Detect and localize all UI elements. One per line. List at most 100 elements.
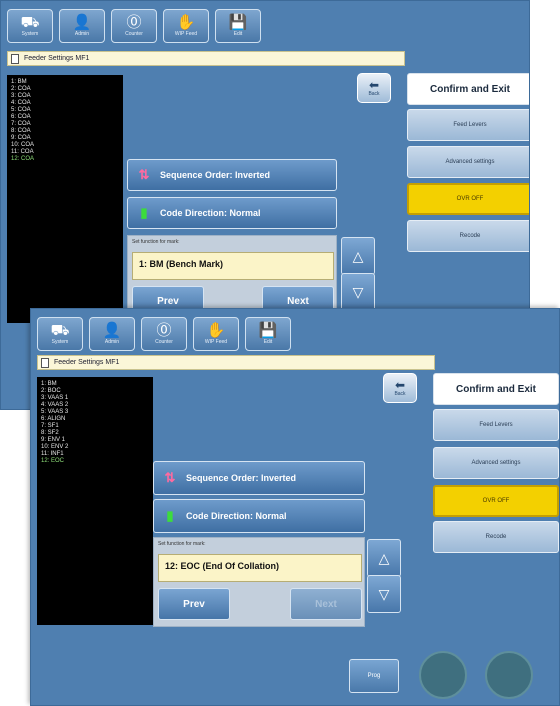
list-item[interactable]: 3: COA [11, 93, 123, 100]
scroll-up-button[interactable]: △ [341, 237, 375, 275]
advanced-settings-button[interactable]: Advanced settings [433, 447, 559, 479]
feed-levers-button[interactable]: Feed Levers [407, 109, 529, 141]
set-function-panel: Set function for mark: 12: EOC (End Of C… [153, 537, 365, 627]
scroll-up-button[interactable]: △ [367, 539, 401, 577]
back-label: Back [394, 391, 406, 397]
code-direction-label: Code Direction: Normal [186, 511, 287, 521]
list-item[interactable]: 10: COA [11, 142, 123, 149]
sequence-order-button[interactable]: ⇅ Sequence Order: Inverted [153, 461, 365, 495]
ovr-off-button[interactable]: OVR OFF [407, 183, 529, 215]
window-title: Feeder Settings MF1 [37, 355, 435, 370]
list-item[interactable]: 7: SF1 [41, 423, 153, 430]
conveyor-icon: ⛟ [50, 321, 70, 339]
list-item[interactable]: 7: COA [11, 121, 123, 128]
code-direction-button[interactable]: ▮ Code Direction: Normal [153, 499, 365, 533]
list-item[interactable]: 1: BM [11, 79, 123, 86]
list-item[interactable]: 1: BM [41, 381, 153, 388]
toolbar-wip-feed-button[interactable]: ✋ WIP Feed [193, 317, 239, 351]
list-item[interactable]: 3: VAAS 1 [41, 395, 153, 402]
triangle-up-icon: △ [378, 549, 390, 566]
window-title: Feeder Settings MF1 [7, 51, 405, 66]
toolbar-label: Admin [74, 30, 90, 37]
list-item[interactable]: 9: ENV 1 [41, 437, 153, 444]
set-function-label: Set function for mark: [158, 541, 206, 547]
toolbar-edit-button[interactable]: 💾 Edit [215, 9, 261, 43]
recode-button[interactable]: Recode [407, 220, 529, 252]
toolbar-label: Counter [125, 30, 143, 37]
list-item[interactable]: 12: EOC [41, 458, 153, 465]
list-item[interactable]: 12: COA [11, 156, 123, 163]
list-item[interactable]: 11: INF1 [41, 451, 153, 458]
set-function-label: Set function for mark: [132, 239, 180, 245]
triangle-down-icon: ▽ [378, 585, 390, 602]
function-value-field[interactable]: 12: EOC (End Of Collation) [158, 554, 362, 582]
next-button[interactable]: Next [290, 588, 362, 620]
toolbar-counter-button[interactable]: ⓪ Counter [141, 317, 187, 351]
window-title-text: Feeder Settings MF1 [24, 55, 90, 62]
recode-button[interactable]: Recode [433, 521, 559, 553]
conveyor-icon: ⛟ [20, 13, 40, 31]
function-value-field[interactable]: 1: BM (Bench Mark) [132, 252, 334, 280]
toolbar-system-button[interactable]: ⛟ System [37, 317, 83, 351]
code-direction-button[interactable]: ▮ Code Direction: Normal [127, 197, 337, 229]
save-icon: 💾 [258, 321, 278, 339]
triangle-down-icon: ▽ [352, 283, 364, 300]
list-item[interactable]: 2: COA [11, 86, 123, 93]
list-item[interactable]: 6: COA [11, 114, 123, 121]
code-direction-label: Code Direction: Normal [160, 208, 261, 218]
list-item[interactable]: 9: COA [11, 135, 123, 142]
toolbar-wip-feed-button[interactable]: ✋ WIP Feed [163, 9, 209, 43]
list-item[interactable]: 5: COA [11, 107, 123, 114]
document-icon [41, 358, 49, 368]
confirm-exit-button[interactable]: Confirm and Exit [433, 373, 559, 405]
toolbar-label: Edit [263, 338, 273, 345]
back-arrow-icon: ⬅ [394, 378, 406, 392]
scroll-down-button[interactable]: ▽ [367, 575, 401, 613]
confirm-exit-button[interactable]: Confirm and Exit [407, 73, 529, 105]
ovr-off-button[interactable]: OVR OFF [433, 485, 559, 517]
list-item[interactable]: 5: VAAS 3 [41, 409, 153, 416]
prog-button[interactable]: Prog [349, 659, 399, 693]
round-button-right[interactable] [485, 651, 533, 699]
back-button[interactable]: ⬅ Back [383, 373, 417, 403]
toolbar-admin-button[interactable]: 👤 Admin [59, 9, 105, 43]
window-title-text: Feeder Settings MF1 [54, 359, 120, 366]
back-arrow-icon: ⬅ [368, 78, 380, 92]
sequence-order-label: Sequence Order: Inverted [186, 473, 297, 483]
toolbar: ⛟ System 👤 Admin ⓪ Counter ✋ WIP Feed 💾 Edit [37, 317, 291, 351]
toolbar-label: Edit [233, 30, 243, 37]
save-icon: 💾 [228, 13, 248, 31]
mark-list[interactable]: 1: BM 2: COA 3: COA 4: COA 5: COA 6: COA 7: CO… [7, 75, 123, 323]
list-item[interactable]: 2: BOC [41, 388, 153, 395]
mark-list[interactable]: 1: BM 2: BOC 3: VAAS 1 4: VAAS 2 5: VAAS 3 6:… [37, 377, 153, 625]
back-button[interactable]: ⬅ Back [357, 73, 391, 103]
toolbar: ⛟ System 👤 Admin ⓪ Counter ✋ WIP Feed 💾 Edit [7, 9, 261, 43]
document-icon [11, 54, 19, 64]
toolbar-admin-button[interactable]: 👤 Admin [89, 317, 135, 351]
sequence-order-label: Sequence Order: Inverted [160, 170, 271, 180]
counter-icon: ⓪ [126, 13, 142, 31]
list-item[interactable]: 4: COA [11, 100, 123, 107]
list-item[interactable]: 11: COA [11, 149, 123, 156]
feed-levers-button[interactable]: Feed Levers [433, 409, 559, 441]
prev-button[interactable]: Prev [158, 588, 230, 620]
sequence-icon: ⇅ [164, 470, 176, 485]
traffic-light-icon: ▮ [140, 205, 148, 220]
traffic-light-icon: ▮ [166, 508, 174, 523]
toolbar-label: System [51, 338, 69, 345]
toolbar-edit-button[interactable]: 💾 Edit [245, 317, 291, 351]
toolbar-counter-button[interactable]: ⓪ Counter [111, 9, 157, 43]
list-item[interactable]: 8: COA [11, 128, 123, 135]
toolbar-label: WIP Feed [204, 338, 228, 345]
toolbar-label: WIP Feed [174, 30, 198, 37]
list-item[interactable]: 10: ENV 2 [41, 444, 153, 451]
back-label: Back [368, 91, 380, 97]
list-item[interactable]: 6: ALIGN [41, 416, 153, 423]
list-item[interactable]: 8: SF2 [41, 430, 153, 437]
toolbar-system-button[interactable]: ⛟ System [7, 9, 53, 43]
sequence-order-button[interactable]: ⇅ Sequence Order: Inverted [127, 159, 337, 191]
advanced-settings-button[interactable]: Advanced settings [407, 146, 529, 178]
list-item[interactable]: 4: VAAS 2 [41, 402, 153, 409]
round-button-left[interactable] [419, 651, 467, 699]
scroll-down-button[interactable]: ▽ [341, 273, 375, 311]
